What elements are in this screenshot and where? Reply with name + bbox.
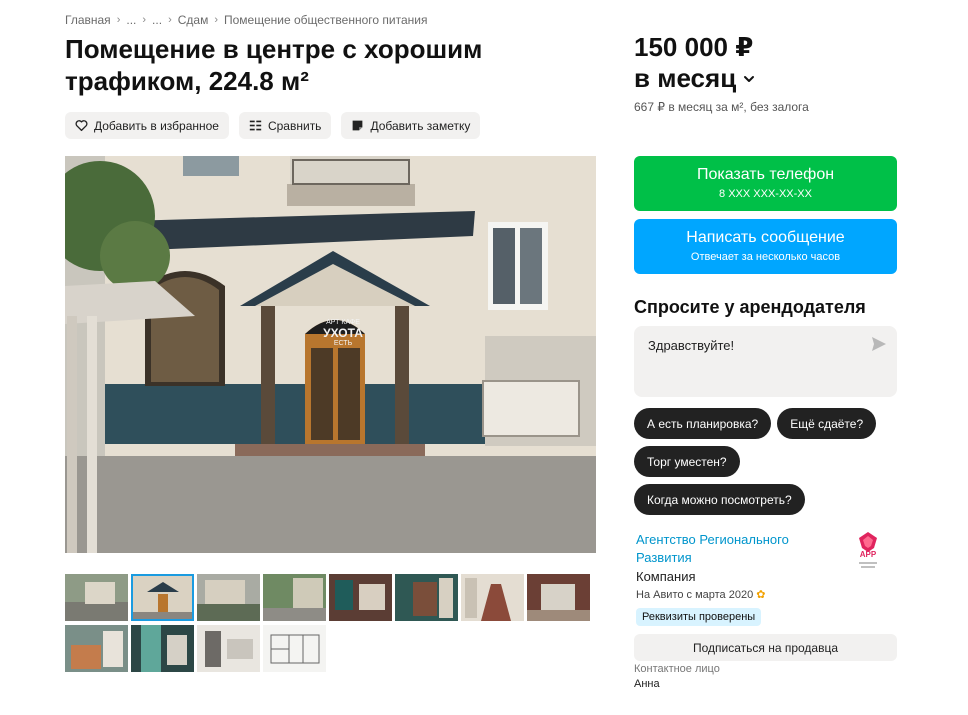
photo-thumbnail[interactable] [395,574,458,621]
ask-landlord-title: Спросите у арендодателя [634,297,866,317]
message-input-value: Здравствуйте! [648,338,735,353]
listing-title: Помещение в центре с хорошим трафиком, 2… [65,34,483,96]
add-note-button[interactable]: Добавить заметку [341,112,481,139]
photo-thumbnail[interactable] [263,574,326,621]
breadcrumb-home[interactable]: Главная [65,13,111,27]
heart-icon [75,120,88,132]
subscribe-seller-button[interactable]: Подписаться на продавца [634,634,897,661]
show-phone-button[interactable]: Показать телефон 8 XXX XXX-XX-XX [634,156,897,211]
breadcrumb-separator-icon: › [214,14,218,26]
photo-thumbnail[interactable] [197,625,260,672]
show-phone-label: Показать телефон [696,166,835,183]
medal-icon: ✿ [756,589,766,601]
seller-since: На Авито с марта 2020 ✿ [636,588,765,601]
contact-person-name: Анна [634,678,660,690]
cafe-sign-small: ЕСТЬ [333,340,353,347]
verified-badge[interactable]: Реквизиты проверены [636,608,762,626]
price-per-sqm: 667 ₽ в месяц за м², без залога [634,100,809,114]
compare-button[interactable]: Сравнить [238,112,332,139]
breadcrumb-separator-icon: › [142,14,147,26]
price-amount: 150 000 ₽ [634,32,754,62]
message-input[interactable]: Здравствуйте! [634,326,897,397]
question-chip[interactable]: Когда можно посмотреть? [634,484,805,515]
photo-thumbnail[interactable] [131,625,194,672]
building-photo-illustration [65,156,596,553]
question-chip[interactable]: Торг уместен? [634,446,740,477]
add-favorite-label: Добавить в избранное [94,118,219,133]
photo-thumbnail[interactable] [65,574,128,621]
seller-type: Компания [636,569,696,584]
photo-thumbnail[interactable] [197,574,260,621]
breadcrumb-separator-icon: › [168,14,172,26]
photo-thumbnails [65,574,596,672]
breadcrumb-region[interactable]: ... [126,13,136,27]
question-chip[interactable]: Ещё сдаёте? [777,408,877,439]
price-period-dropdown[interactable]: в месяц [634,63,756,94]
breadcrumb-category[interactable]: ... [152,13,162,27]
add-note-label: Добавить заметку [370,118,471,133]
response-time: Отвечает за несколько часов [690,251,841,263]
breadcrumb-rent[interactable]: Сдам [178,13,209,27]
photo-thumbnail[interactable] [65,625,128,672]
listing-actions: Добавить в избранное Сравнить Добавить з… [65,112,481,139]
seller-since-text: На Авито с марта 2020 [636,589,754,601]
quick-questions: А есть планировка? Ещё сдаёте? Торг умес… [634,408,904,515]
send-icon[interactable] [871,336,887,352]
breadcrumb-separator-icon: › [116,14,121,26]
floor-plan-thumbnail[interactable] [263,625,326,672]
price-period: в месяц [634,63,737,93]
note-icon [353,120,363,131]
cafe-sign-line2: УХОТА [323,326,363,340]
compare-icon [249,120,262,131]
main-photo[interactable]: АРТ КАФЕ УХОТА ЕСТЬ [65,156,596,553]
photo-thumbnail[interactable] [461,574,524,621]
breadcrumb-current[interactable]: Помещение общественного питания [224,13,427,27]
compare-label: Сравнить [267,118,322,133]
seller-logo-text: АРР [859,550,877,559]
photo-thumbnail[interactable] [329,574,392,621]
seller-logo[interactable]: АРР [853,530,883,570]
add-favorite-button[interactable]: Добавить в избранное [65,112,229,139]
seller-name-link[interactable]: Агентство Регионального Развития [636,531,826,567]
photo-thumbnail-active[interactable] [131,574,194,621]
chevron-down-icon [744,75,755,82]
phone-mask: 8 XXX XXX-XX-XX [719,188,812,200]
write-message-label: Написать сообщение [686,229,845,246]
cafe-sign: АРТ КАФЕ УХОТА ЕСТЬ [315,319,371,348]
price: 150 000 ₽ в месяц [634,32,756,94]
photo-thumbnail[interactable] [527,574,590,621]
question-chip[interactable]: А есть планировка? [634,408,772,439]
write-message-button[interactable]: Написать сообщение Отвечает за несколько… [634,219,897,274]
contact-person-label: Контактное лицо [634,663,720,675]
breadcrumb: Главная › ... › ... › Сдам › Помещение о… [65,13,427,27]
